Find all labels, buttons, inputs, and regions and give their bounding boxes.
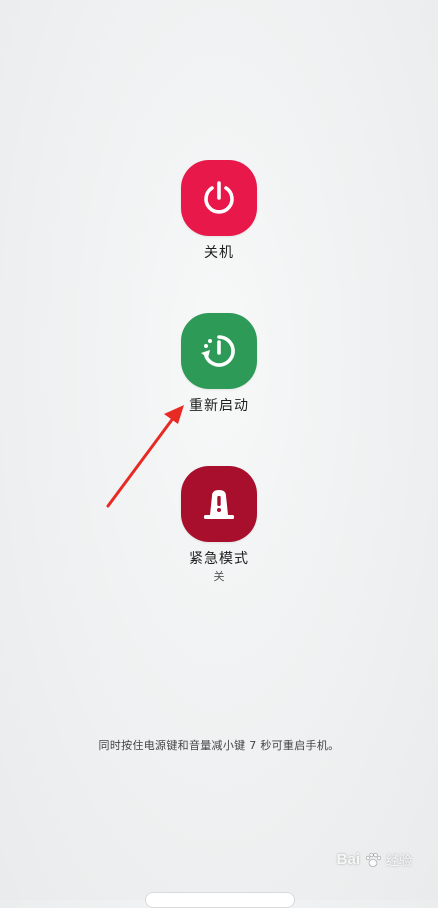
restart-icon	[201, 335, 235, 367]
paw-icon	[365, 852, 382, 867]
power-off-button[interactable]	[181, 160, 257, 236]
emergency-mode-option[interactable]: 紧急模式 关	[0, 466, 438, 584]
restart-hint-text: 同时按住电源键和音量减小键 7 秒可重启手机。	[98, 739, 340, 752]
power-off-label: 关机	[204, 245, 234, 261]
emergency-mode-label: 紧急模式	[189, 551, 249, 567]
emergency-mode-status: 关	[213, 570, 225, 583]
watermark-brand: Bai	[336, 851, 360, 868]
navigation-handle[interactable]	[145, 892, 295, 908]
restart-option[interactable]: 重新启动	[0, 313, 438, 415]
emergency-mode-button[interactable]	[181, 466, 257, 542]
restart-button[interactable]	[181, 313, 257, 389]
power-menu: 关机 重新启动 紧急模式 关 同时按住电源键和音量减小键 7 秒可重启手机。	[0, 0, 438, 900]
restart-label: 重新启动	[189, 398, 249, 414]
baidu-jingyan-watermark: Bai 经验	[337, 850, 412, 869]
power-off-option[interactable]: 关机	[0, 160, 438, 262]
watermark-site: 经验	[385, 853, 412, 868]
power-icon	[204, 181, 234, 214]
emergency-icon	[204, 490, 234, 519]
